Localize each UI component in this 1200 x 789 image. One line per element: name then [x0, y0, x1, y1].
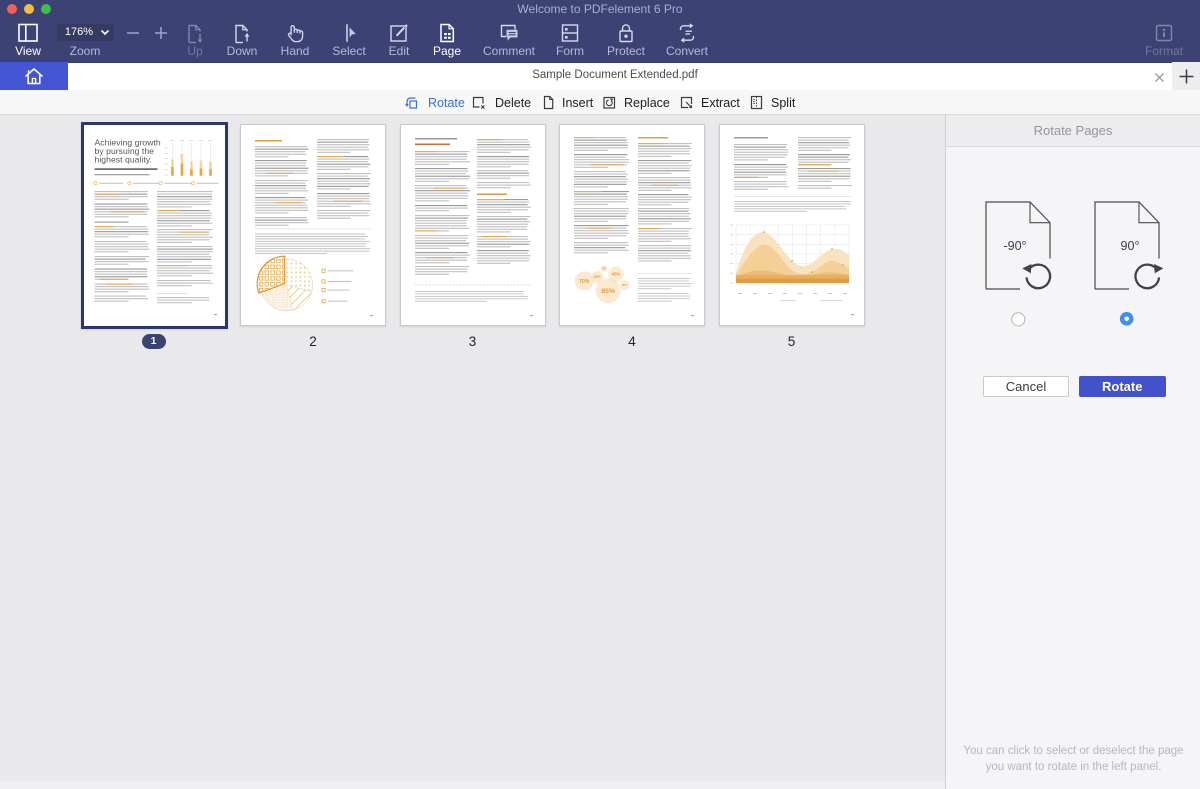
svg-text:-90°: -90° [1003, 239, 1026, 253]
svg-text:45%: 45% [612, 272, 621, 277]
svg-text:85%: 85% [601, 288, 615, 295]
svg-text:8%: 8% [623, 283, 628, 287]
svg-text:28%: 28% [594, 275, 601, 279]
svg-text:70%: 70% [579, 279, 590, 285]
svg-text:90°: 90° [1121, 239, 1140, 253]
svg-text:highest quality.: highest quality. [94, 155, 152, 165]
